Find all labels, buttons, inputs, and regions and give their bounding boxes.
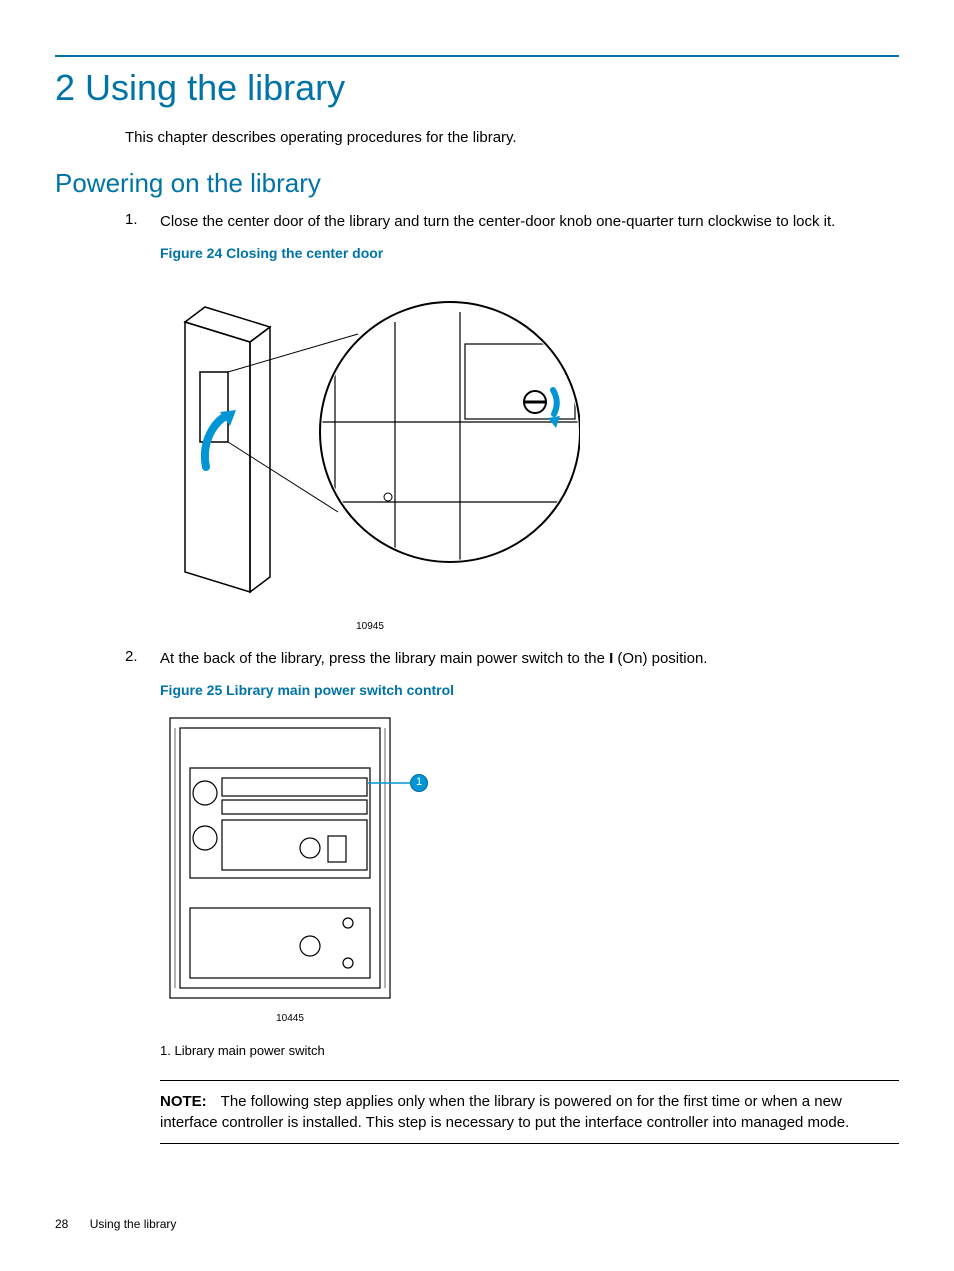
top-rule bbox=[55, 55, 899, 57]
figure-image-number: 10445 bbox=[160, 1012, 420, 1026]
note-label: NOTE: bbox=[160, 1093, 207, 1110]
step-body: At the back of the library, press the li… bbox=[160, 648, 899, 1145]
chapter-title: 2 Using the library bbox=[55, 67, 899, 109]
footer-page-number: 28 bbox=[55, 1217, 68, 1231]
step-number: 2. bbox=[125, 648, 160, 1145]
step-text-prefix: At the back of the library, press the li… bbox=[160, 650, 609, 667]
figure-caption: Figure 25 Library main power switch cont… bbox=[160, 681, 899, 701]
step-number: 1. bbox=[125, 211, 160, 634]
step-item-1: 1. Close the center door of the library … bbox=[125, 211, 899, 634]
step-text-suffix: (On) position. bbox=[613, 650, 707, 667]
section-title: Powering on the library bbox=[55, 168, 899, 199]
step-body: Close the center door of the library and… bbox=[160, 211, 899, 634]
page-footer: 28 Using the library bbox=[55, 1217, 176, 1231]
note-text: The following step applies only when the… bbox=[160, 1093, 849, 1131]
figure-callout-list: 1. Library main power switch bbox=[160, 1042, 899, 1060]
step-text: Close the center door of the library and… bbox=[160, 213, 835, 230]
callout-num: 1. bbox=[160, 1043, 171, 1058]
figure-image-number: 10945 bbox=[160, 620, 580, 634]
callout-label: Library main power switch bbox=[174, 1043, 324, 1058]
step-list: 1. Close the center door of the library … bbox=[125, 211, 899, 1144]
step-item-2: 2. At the back of the library, press the… bbox=[125, 648, 899, 1145]
note-rule-top bbox=[160, 1080, 899, 1081]
footer-title: Using the library bbox=[90, 1217, 177, 1231]
figure-24-illustration bbox=[160, 272, 580, 612]
chapter-intro: This chapter describes operating procedu… bbox=[125, 129, 899, 146]
note-block: NOTE:The following step applies only whe… bbox=[160, 1091, 899, 1143]
figure-25-illustration: 1 bbox=[160, 708, 420, 1008]
figure-caption: Figure 24 Closing the center door bbox=[160, 244, 899, 264]
note-rule-bottom bbox=[160, 1143, 899, 1144]
callout-badge-1: 1 bbox=[410, 774, 428, 792]
